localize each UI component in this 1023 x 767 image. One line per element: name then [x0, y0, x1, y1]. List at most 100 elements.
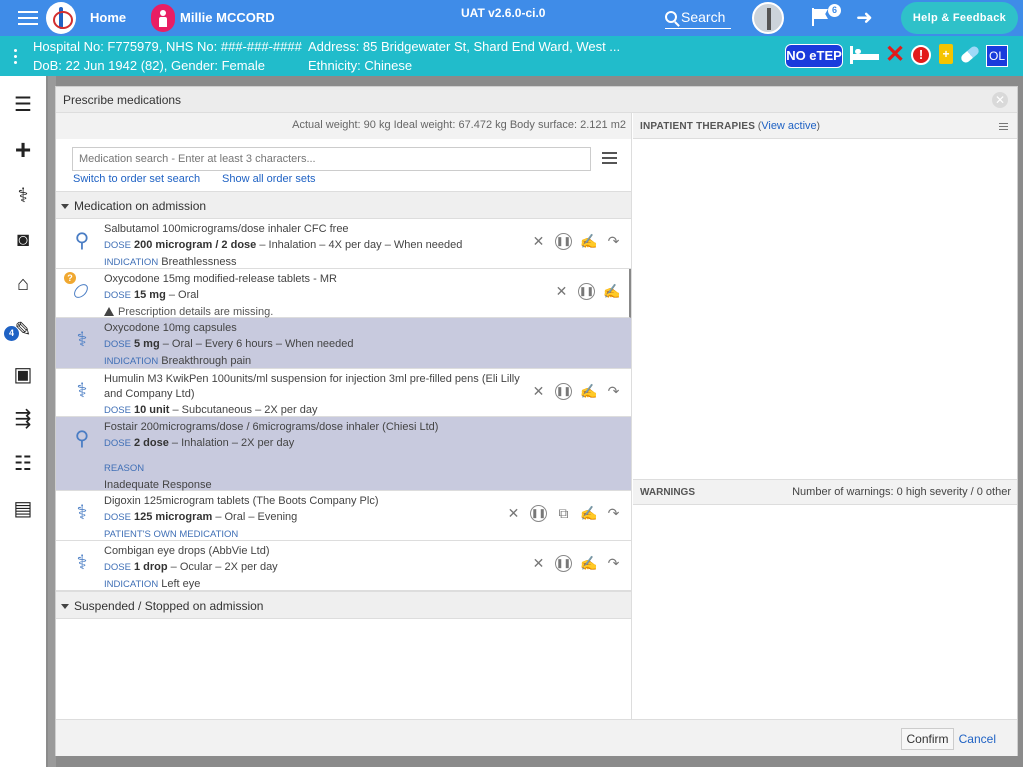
- environment-label: UAT v2.6.0-ci.0: [461, 6, 546, 20]
- logout-icon[interactable]: ➜: [856, 8, 873, 28]
- medication-row[interactable]: ⚕ Combigan eye drops (AbbVie Ltd) DOSE 1…: [56, 541, 631, 591]
- remove-icon[interactable]: ✕: [530, 233, 547, 250]
- reason-value: Inadequate Response: [104, 479, 212, 491]
- user-avatar[interactable]: [752, 2, 784, 34]
- edit-icon[interactable]: ✍: [580, 233, 597, 250]
- warnings-title: WARNINGS: [640, 487, 695, 498]
- edit-icon[interactable]: ✍: [580, 505, 597, 522]
- indication-value: Breathlessness: [158, 256, 237, 268]
- remove-icon[interactable]: ✕: [530, 555, 547, 572]
- medical-box-icon[interactable]: ▣: [0, 352, 46, 396]
- dose-label: DOSE: [104, 405, 131, 416]
- continue-icon[interactable]: ↷: [605, 555, 622, 572]
- search-label: Search: [681, 8, 726, 25]
- discharge-icon[interactable]: ⇶: [0, 396, 46, 440]
- patient-name[interactable]: Millie MCCORD: [180, 10, 275, 25]
- medication-row[interactable]: ⚕ Humulin M3 KwikPen 100units/ml suspens…: [56, 369, 631, 417]
- dose-value: 200 microgram / 2 dose: [134, 239, 257, 251]
- medication-row[interactable]: ⚲ Fostair 200micrograms/dose / 6microgra…: [56, 417, 631, 491]
- dose-value: 10 unit: [134, 404, 170, 416]
- suspend-icon[interactable]: ❚❚: [555, 233, 572, 250]
- search-options-icon[interactable]: [602, 152, 617, 167]
- resus-status-icon[interactable]: ✕: [885, 42, 905, 68]
- dose-label: DOSE: [104, 290, 131, 301]
- checklist-icon[interactable]: ☷: [0, 441, 46, 485]
- flag-count-badge: 6: [828, 4, 841, 17]
- no-etep-badge[interactable]: NO eTEP: [785, 44, 843, 68]
- section-admission[interactable]: Medication on admission: [56, 191, 631, 219]
- show-order-sets-link[interactable]: Show all order sets: [222, 173, 316, 185]
- edit-icon[interactable]: ✍: [580, 383, 597, 400]
- indication-label: INDICATION: [104, 579, 159, 590]
- suspend-icon[interactable]: ❚❚: [555, 555, 572, 572]
- view-active-link[interactable]: View active: [761, 120, 816, 132]
- edit-icon[interactable]: ✍: [580, 555, 597, 572]
- remove-icon[interactable]: ✕: [553, 283, 570, 300]
- camera-icon[interactable]: ◙: [0, 218, 46, 262]
- search-button[interactable]: Search: [665, 5, 731, 29]
- more-options-icon[interactable]: [14, 49, 17, 67]
- suspend-icon[interactable]: ❚❚: [555, 383, 572, 400]
- ol-badge[interactable]: OL: [986, 45, 1008, 67]
- indication-label: INDICATION: [104, 257, 159, 268]
- medicine-icon: ⚕: [76, 329, 88, 351]
- confirm-button[interactable]: Confirm: [901, 728, 954, 750]
- suspend-icon[interactable]: ❚❚: [530, 505, 547, 522]
- row-actions: ✕ ❚❚ ✍: [553, 283, 620, 300]
- home-link[interactable]: Home: [90, 10, 126, 25]
- continue-icon[interactable]: ↷: [605, 383, 622, 400]
- dose-label: DOSE: [104, 438, 131, 449]
- medication-search-input[interactable]: [72, 147, 591, 171]
- bed-icon[interactable]: [850, 46, 880, 64]
- menu-icon[interactable]: [18, 11, 38, 29]
- medicine-icon: ⚕: [76, 502, 88, 524]
- continue-icon[interactable]: ↷: [605, 505, 622, 522]
- medicine-icon: ⚕: [76, 380, 88, 402]
- indication-label: INDICATION: [104, 356, 159, 367]
- hospital-icon[interactable]: ▤: [0, 486, 46, 530]
- remove-icon[interactable]: ✕: [530, 383, 547, 400]
- help-feedback-button[interactable]: Help & Feedback: [901, 2, 1018, 34]
- warnings-count: Number of warnings: 0 high severity / 0 …: [792, 486, 1011, 498]
- dose-value: 1 drop: [134, 561, 168, 573]
- dialog-footer: Confirm Cancel: [56, 719, 1017, 756]
- warnings-header: WARNINGS Number of warnings: 0 high seve…: [633, 479, 1017, 505]
- medication-panel: Actual weight: 90 kg Ideal weight: 67.47…: [56, 113, 632, 719]
- suspend-icon[interactable]: ❚❚: [578, 283, 595, 300]
- home-medical-icon[interactable]: ⌂: [0, 262, 46, 306]
- medication-row[interactable]: ⚕ Digoxin 125microgram tablets (The Boot…: [56, 491, 631, 541]
- switch-icon[interactable]: ⧉: [555, 505, 572, 522]
- continue-icon[interactable]: ↷: [605, 233, 622, 250]
- collapse-icon: [61, 604, 69, 610]
- list-icon[interactable]: ☰: [0, 82, 46, 126]
- medication-row[interactable]: ? ⬭ Oxycodone 15mg modified-release tabl…: [56, 269, 631, 318]
- top-bar: Home Millie MCCORD UAT v2.6.0-ci.0 Searc…: [0, 0, 1023, 36]
- search-icon: [665, 10, 677, 23]
- missing-details-text: Prescription details are missing.: [118, 306, 274, 318]
- indication-value: Breakthrough pain: [158, 355, 252, 367]
- remove-icon[interactable]: ✕: [505, 505, 522, 522]
- patients-own-label: PATIENT'S OWN MEDICATION: [104, 529, 239, 540]
- alert-icon[interactable]: !: [911, 45, 931, 65]
- clipboard-icon[interactable]: +: [939, 44, 953, 64]
- dose-route: – Oral – Every 6 hours – When needed: [159, 338, 354, 350]
- medication-row[interactable]: ⚲ Salbutamol 100micrograms/dose inhaler …: [56, 219, 631, 269]
- collapse-icon: [61, 204, 69, 210]
- medication-row[interactable]: ⚕ Oxycodone 10mg capsules DOSE 5 mg – Or…: [56, 318, 631, 369]
- indication-value: Left eye: [158, 578, 201, 590]
- edit-icon[interactable]: ✍: [603, 283, 620, 300]
- section-suspended[interactable]: Suspended / Stopped on admission: [56, 591, 631, 619]
- inhaler-icon: ⚲: [74, 428, 90, 450]
- order-set-search-link[interactable]: Switch to order set search: [73, 173, 200, 185]
- app-logo[interactable]: [46, 2, 76, 34]
- patient-ethnicity: Ethnicity: Chinese: [308, 58, 413, 73]
- cancel-link[interactable]: Cancel: [959, 732, 996, 746]
- close-icon[interactable]: ✕: [992, 92, 1008, 108]
- dose-route: – Subcutaneous – 2X per day: [169, 404, 318, 416]
- section-title: Suspended / Stopped on admission: [74, 599, 264, 613]
- therapies-menu-icon[interactable]: [999, 123, 1008, 132]
- date-of-birth: DoB: 22 Jun 1942 (82), Gender: Female: [33, 58, 265, 73]
- prescription-count-badge: 4: [4, 326, 19, 341]
- stethoscope-icon[interactable]: ⚕: [0, 173, 46, 217]
- add-icon[interactable]: +: [0, 128, 46, 172]
